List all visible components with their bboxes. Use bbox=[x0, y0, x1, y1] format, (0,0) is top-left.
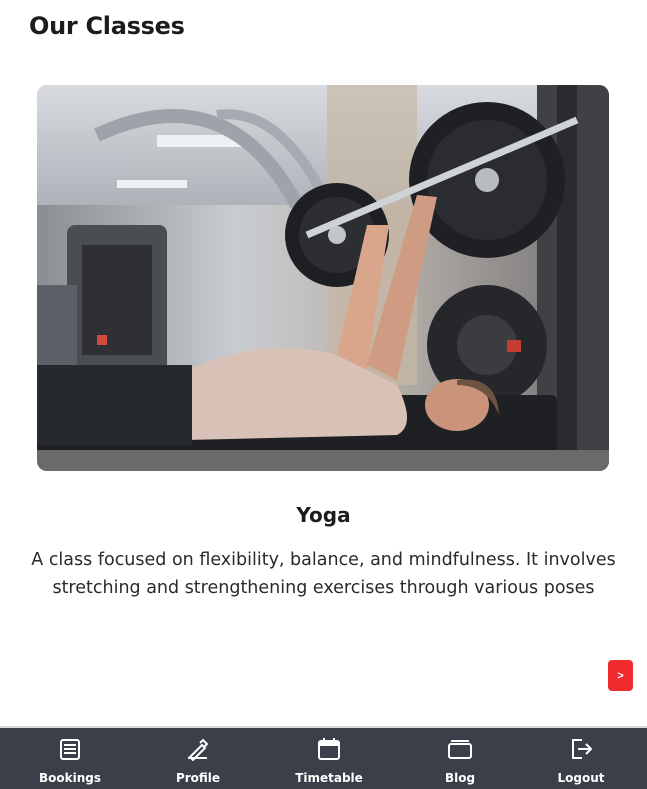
class-name: Yoga bbox=[296, 503, 351, 527]
nav-label: Blog bbox=[444, 771, 476, 785]
list-icon bbox=[58, 737, 82, 761]
carousel-next-button[interactable]: > bbox=[608, 660, 633, 691]
nav-label: Profile bbox=[175, 771, 221, 785]
folder-icon bbox=[448, 737, 472, 761]
nav-item-blog[interactable]: Blog bbox=[440, 728, 480, 789]
page-title: Our Classes bbox=[29, 12, 185, 40]
logout-icon bbox=[569, 737, 593, 761]
nav-item-timetable[interactable]: Timetable bbox=[294, 728, 364, 789]
nav-label: Logout bbox=[557, 771, 605, 785]
pencil-icon bbox=[186, 737, 210, 762]
nav-item-bookings[interactable]: Bookings bbox=[39, 728, 102, 789]
page: Our Classes Yoga A class focused on flex… bbox=[0, 0, 647, 789]
nav-label: Bookings bbox=[39, 771, 102, 785]
nav-item-logout[interactable]: Logout bbox=[556, 728, 606, 789]
bottom-nav: Bookings Profile Timetable Blog Logout bbox=[0, 726, 647, 789]
class-carousel bbox=[37, 85, 609, 471]
class-description: A class focused on flexibility, balance,… bbox=[31, 550, 616, 598]
nav-item-profile[interactable]: Profile bbox=[170, 728, 226, 789]
calendar-icon bbox=[317, 737, 341, 761]
nav-label: Timetable bbox=[295, 771, 363, 785]
class-photo bbox=[37, 85, 609, 471]
